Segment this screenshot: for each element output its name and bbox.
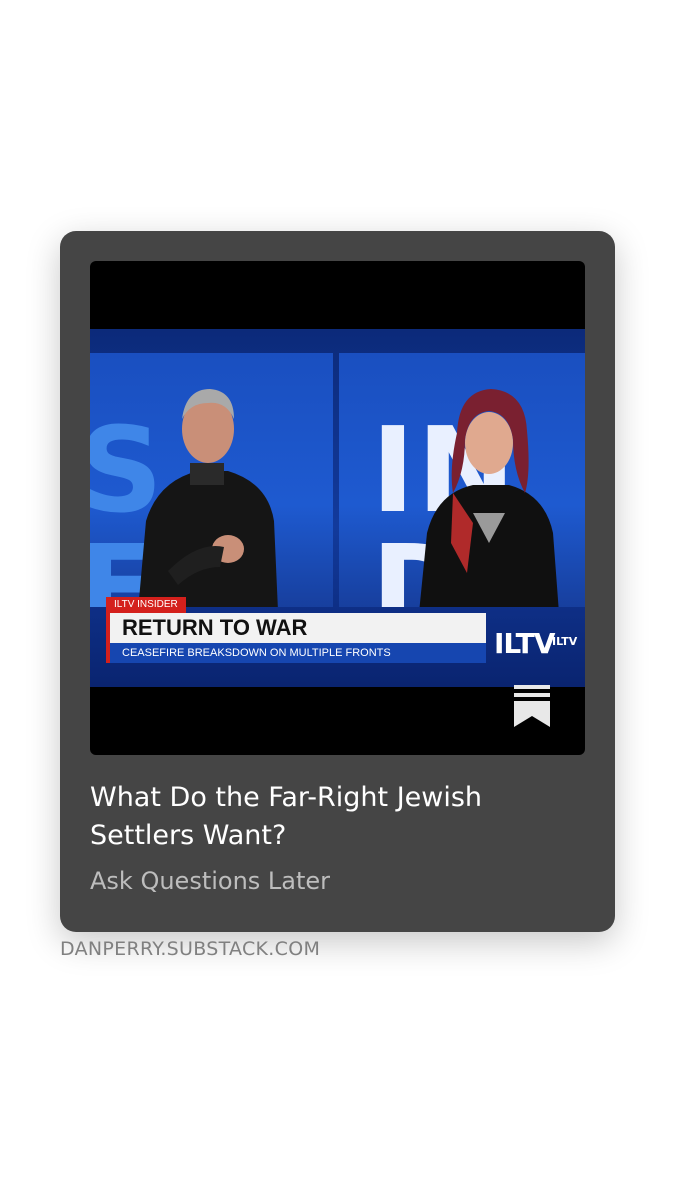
male-host-figure [138, 389, 278, 607]
logo-small-text: ILTV [552, 635, 578, 648]
broadcast-frame: S FR IN D [90, 329, 585, 687]
channel-logo: ILTV ILTV [488, 625, 585, 669]
logo-text: ILTV [494, 627, 555, 660]
left-panel: S FR [90, 353, 333, 607]
show-tag: ILTV INSIDER [106, 597, 186, 613]
publication-name: Ask Questions Later [90, 867, 331, 895]
bookmark-icon[interactable] [514, 685, 550, 727]
headline-banner: RETURN TO WAR [106, 613, 486, 643]
video-thumbnail[interactable]: S FR IN D [90, 261, 585, 755]
article-title[interactable]: What Do the Far-Right Jewish Settlers Wa… [90, 779, 570, 855]
lower-third: ILTV INSIDER RETURN TO WAR CEASEFIRE BRE… [106, 597, 486, 667]
news-ticker: CEASEFIRE BREAKSDOWN ON MULTIPLE FRONTS [106, 643, 486, 663]
source-domain[interactable]: DANPERRY.SUBSTACK.COM [60, 938, 320, 960]
link-preview-card[interactable]: S FR IN D [60, 231, 615, 932]
female-guest-figure [419, 389, 559, 607]
right-panel: IN D [339, 353, 585, 607]
